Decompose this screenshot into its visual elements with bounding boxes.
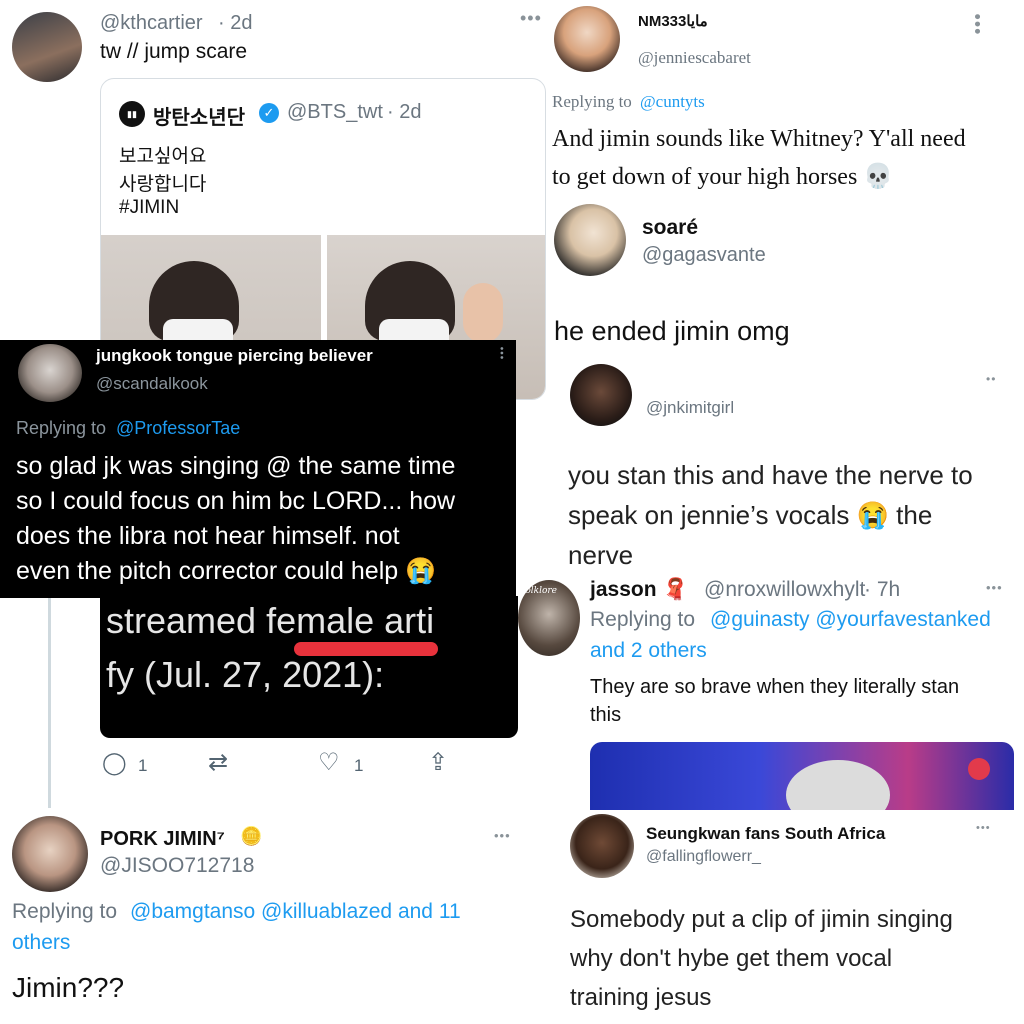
more-icon[interactable]: ••• — [986, 580, 1003, 595]
tweet-jenniescabaret: NMمايا333 @jenniescabaret ••• Replying t… — [548, 0, 1024, 198]
replying-label: Replying to — [12, 900, 118, 923]
more-icon[interactable]: ••• — [494, 828, 511, 843]
handle: @fallingflowerr_ — [646, 848, 761, 865]
handle: @scandalkook — [96, 374, 208, 393]
bts-logo-icon: ▮▮ — [119, 101, 145, 127]
live-badge-icon — [968, 758, 990, 780]
avatar[interactable] — [554, 6, 620, 72]
quoted-handle: @BTS_twt — [287, 101, 383, 123]
more-icon[interactable]: ••• — [976, 822, 991, 834]
timestamp: · 2d — [218, 12, 253, 34]
tweet-line-1: Somebody put a clip of jimin singing — [570, 906, 953, 933]
avatar[interactable] — [570, 364, 632, 426]
overlay-line-2: fy (Jul. 27, 2021): — [106, 654, 385, 695]
tweet-jisoo712718: PORK JIMIN⁷ 🪙 ••• @JISOO712718 Replying … — [0, 810, 548, 1024]
badge-icon: 🪙 — [240, 826, 263, 846]
tweet-fallingflowerr: Seungkwan fans South Africa ••• @falling… — [548, 810, 1024, 1024]
avatar[interactable] — [570, 814, 634, 878]
thread-line — [48, 598, 51, 808]
tweet-jnkimitgirl: @jnkimitgirl •• you stan this and have t… — [548, 350, 1024, 580]
timestamp: · 7h — [864, 578, 901, 601]
quoted-author-name: 방탄소년단 — [153, 107, 245, 129]
replying-more-link[interactable]: others — [12, 931, 70, 955]
avatar[interactable] — [12, 12, 82, 82]
tweet-line-2: speak on jennie’s vocals 😭 the — [568, 500, 933, 530]
overlay-screenshot: streamed female arti fy (Jul. 27, 2021): — [100, 596, 518, 738]
tweet-text: tw // jump scare — [100, 40, 248, 63]
author-name[interactable]: soaré — [642, 216, 698, 240]
author-name[interactable]: PORK JIMIN⁷ — [100, 828, 225, 851]
video-thumbnail[interactable] — [590, 742, 1014, 810]
like-icon[interactable]: ♡ — [318, 748, 340, 777]
tweet-line-2: this — [590, 704, 622, 726]
quoted-line-2: 사랑합니다 — [119, 174, 207, 195]
replying-to-link[interactable]: @cuntyts — [640, 92, 705, 112]
reply-icon[interactable]: ◯ — [102, 750, 127, 776]
author-name[interactable]: jungkook tongue piercing believer — [96, 346, 373, 366]
overlay-line-1: streamed female arti — [106, 600, 435, 641]
tweet-line-1: And jimin sounds like Whitney? Y'all nee… — [552, 126, 966, 152]
replying-label: Replying to — [590, 608, 696, 631]
author-name[interactable]: @kthcartier — [100, 12, 203, 35]
avatar[interactable]: folklore — [518, 580, 580, 656]
tweet-gagasvante: soaré @gagasvante he ended jimin omg — [548, 198, 1024, 350]
handle: @JISOO712718 — [100, 854, 255, 877]
handle: @nroxwillowxhylt — [704, 578, 866, 601]
handle: @gagasvante — [642, 244, 766, 266]
more-icon[interactable]: ••• — [966, 14, 987, 36]
avatar[interactable] — [12, 816, 88, 892]
quoted-line-3: #JIMIN — [119, 197, 180, 218]
handle: @jenniescabaret — [638, 48, 751, 67]
handle: @jnkimitgirl — [646, 398, 735, 417]
replying-more-link[interactable]: and 2 others — [590, 639, 707, 663]
more-icon[interactable]: ••• — [520, 8, 542, 29]
quoted-line-1: 보고싶어요 — [119, 146, 207, 167]
tweet-line-4: even the pitch corrector could help 😭 — [16, 557, 437, 585]
reply-count: 1 — [138, 756, 148, 775]
replying-label: Replying to — [552, 92, 632, 111]
tweet-line-2: to get down of your high horses 💀 — [552, 164, 894, 190]
share-icon[interactable]: ⇪ — [428, 748, 448, 777]
replying-to-link[interactable]: @bamgtanso @killuablazed and 11 — [130, 900, 461, 924]
author-name[interactable]: NMمايا333 — [638, 12, 708, 30]
like-count: 1 — [354, 756, 364, 775]
tweet-line-3: training jesus — [570, 984, 712, 1011]
author-name[interactable]: jasson 🧣 — [590, 578, 689, 602]
tweet-line-3: nerve — [568, 540, 634, 570]
tweet-line-3: does the libra not hear himself. not — [16, 522, 400, 550]
more-icon[interactable]: •• — [986, 372, 996, 386]
tweet-nroxwillowxhylt: folklore jasson 🧣 @nroxwillowxhylt · 7h … — [518, 576, 1024, 810]
tweet-text: Jimin??? — [12, 972, 125, 1003]
tweet-text: he ended jimin omg — [554, 316, 790, 346]
author-name[interactable]: Seungkwan fans South Africa — [646, 824, 885, 844]
tweet-line-2: why don't hybe get them vocal — [570, 945, 893, 972]
quoted-timestamp: · 2d — [387, 101, 422, 123]
avatar[interactable] — [554, 204, 626, 276]
tweet-line-1: They are so brave when they literally st… — [590, 676, 960, 698]
replying-to-link[interactable]: @guinasty @yourfavestanked — [710, 608, 991, 632]
avatar-lettering: folklore — [522, 586, 558, 596]
avatar[interactable] — [18, 344, 82, 402]
retweet-icon[interactable]: ⇄ — [208, 748, 228, 777]
verified-icon: ✓ — [259, 103, 279, 123]
tweet-line-1: you stan this and have the nerve to — [568, 460, 973, 490]
tweet-line-2: so I could focus on him bc LORD... how — [16, 487, 456, 515]
more-icon[interactable]: ••• — [495, 347, 506, 361]
replying-label: Replying to — [16, 418, 107, 438]
replying-to-link[interactable]: @ProfessorTae — [116, 418, 240, 439]
tweet-line-1: so glad jk was singing @ the same time — [16, 452, 456, 480]
tweet-scandalkook: jungkook tongue piercing believer @scand… — [0, 340, 516, 598]
